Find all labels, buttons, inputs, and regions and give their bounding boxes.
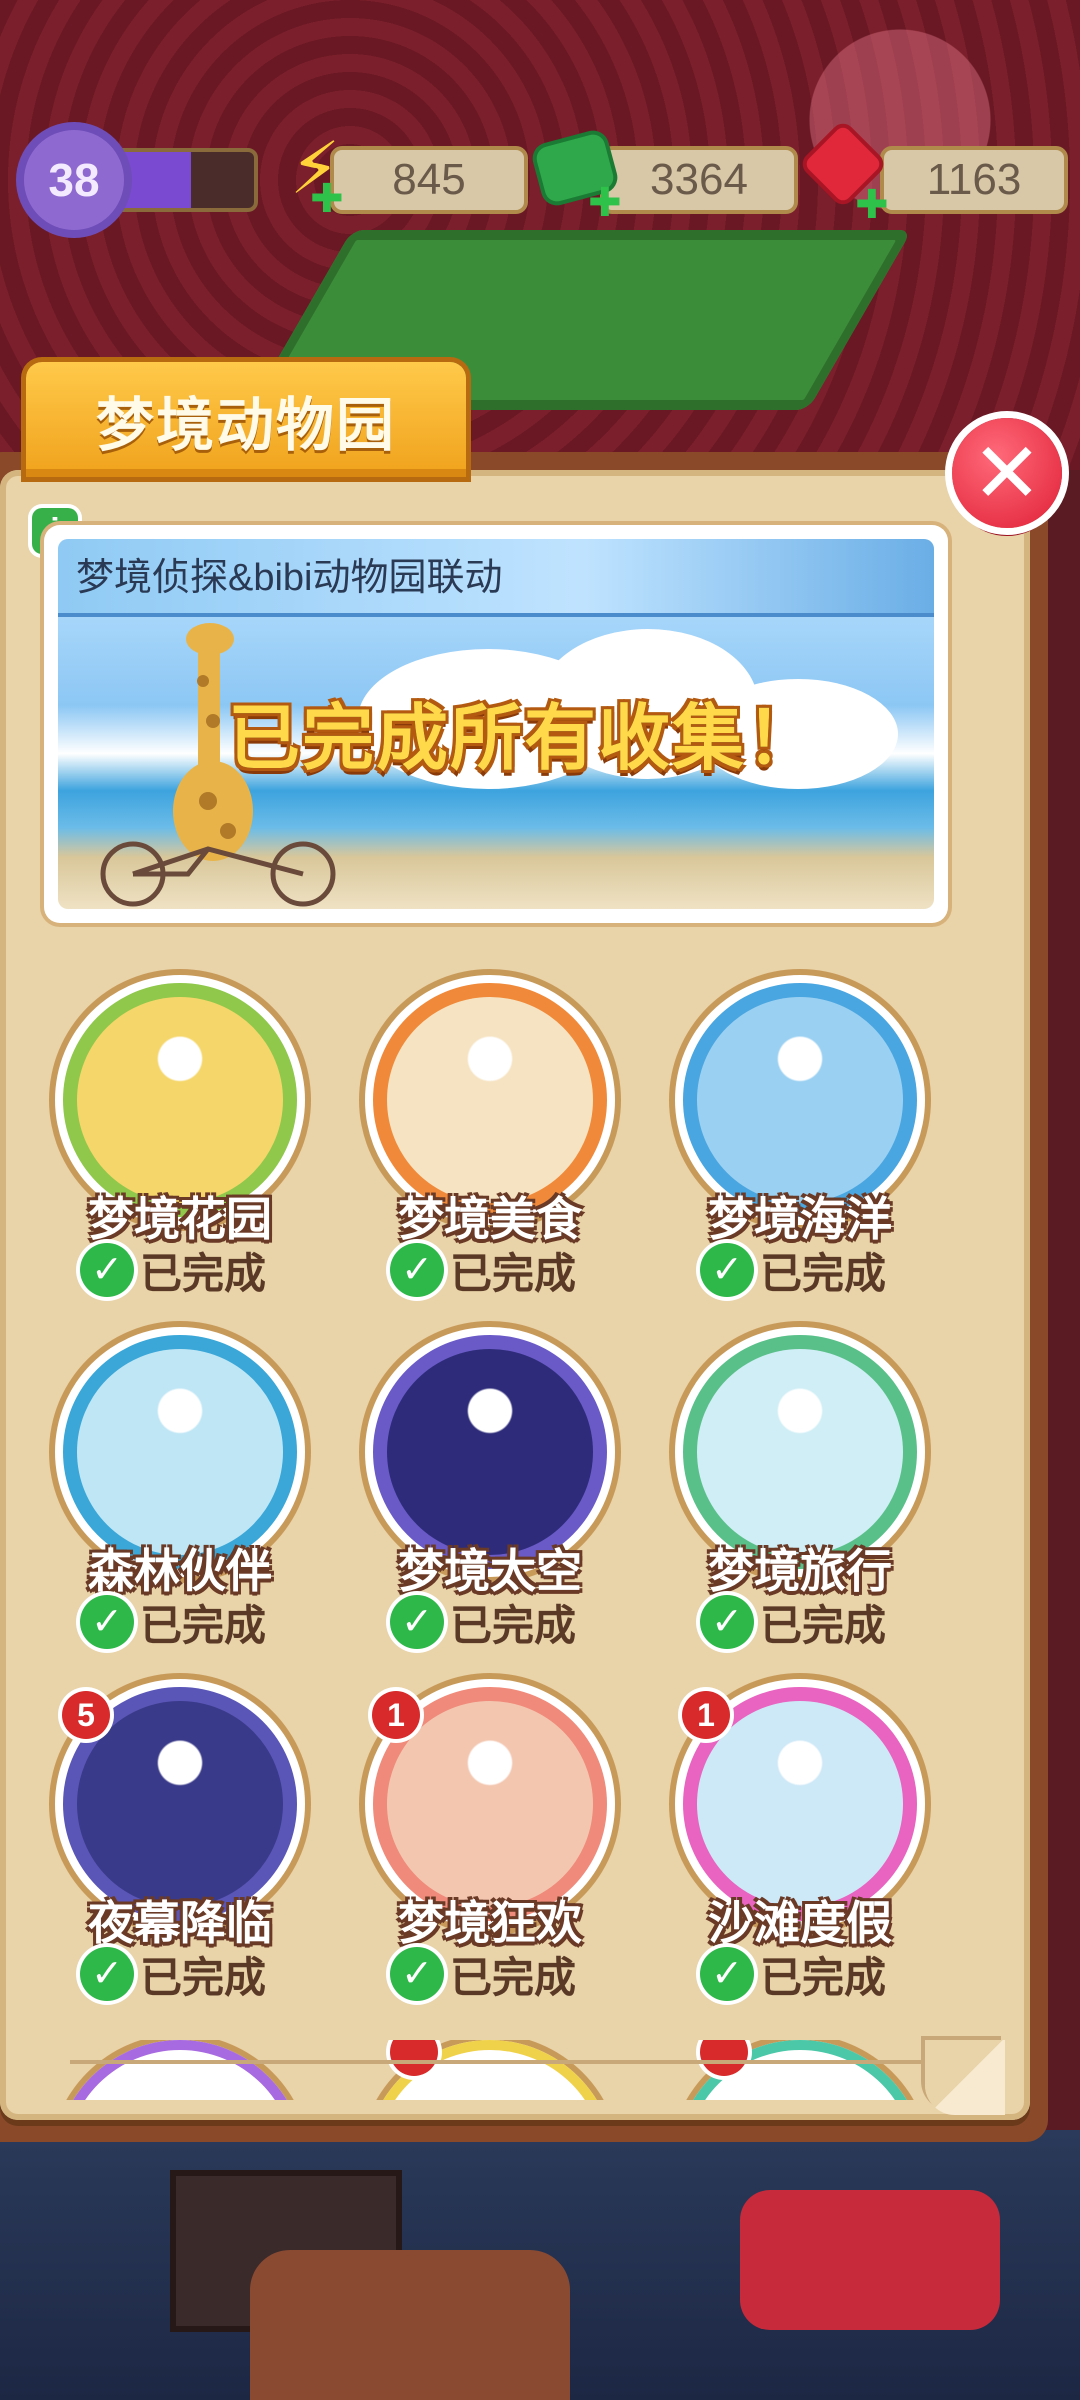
collection-image — [697, 1349, 903, 1555]
notification-badge: 1 — [372, 1691, 420, 1739]
add-energy-icon[interactable]: ✚ — [310, 176, 344, 222]
collection-item[interactable]: 梦境美食 ✓ 已完成 — [350, 975, 620, 1305]
collection-image — [387, 1349, 593, 1555]
completion-status-label: 已完成 — [140, 1953, 267, 2001]
notification-badge: 1 — [682, 1691, 730, 1739]
checkmark-icon: ✓ — [700, 1947, 754, 2001]
completion-status: ✓ 已完成 — [80, 1241, 266, 1299]
gem-counter: 1163 — [880, 146, 1068, 214]
completion-status: ✓ 已完成 — [700, 1945, 886, 2003]
xp-bar-fill — [114, 152, 191, 208]
background-scene-bottom — [0, 2130, 1080, 2400]
completion-status: ✓ 已完成 — [390, 1945, 576, 2003]
close-icon: ✕ — [971, 426, 1043, 520]
collection-image — [77, 1349, 283, 1555]
banner-title: 梦境侦探&bibi动物园联动 — [58, 539, 934, 617]
collection-item[interactable]: 森林伙伴 ✓ 已完成 — [40, 1327, 310, 1657]
xp-bar — [110, 148, 258, 212]
completion-status-label: 已完成 — [760, 1601, 887, 1649]
checkmark-icon: ✓ — [700, 1243, 754, 1297]
background-car — [740, 2190, 1000, 2330]
collection-image — [387, 997, 593, 1203]
completion-status-label: 已完成 — [140, 1249, 267, 1297]
completion-status-label: 已完成 — [140, 1601, 267, 1649]
completion-status-label: 已完成 — [450, 1953, 577, 2001]
checkmark-icon: ✓ — [80, 1947, 134, 2001]
collection-grid-next-row — [0, 2040, 1030, 2100]
completion-status: ✓ 已完成 — [700, 1241, 886, 1299]
level-badge[interactable]: 38 — [24, 130, 124, 230]
checkmark-icon: ✓ — [390, 1595, 444, 1649]
collection-item[interactable]: 1 沙滩度假 ✓ 已完成 — [660, 1679, 930, 2009]
collection-item[interactable]: 5 夜幕降临 ✓ 已完成 — [40, 1679, 310, 2009]
checkmark-icon: ✓ — [390, 1947, 444, 2001]
notification-badge: 5 — [62, 1691, 110, 1739]
resource-hud: 38 845 ⚡ ✚ 3364 ✚ 1163 ✚ — [0, 124, 1080, 230]
banner-completion-message: 已完成所有收集！ — [228, 699, 821, 779]
completion-status: ✓ 已完成 — [390, 1593, 576, 1651]
checkmark-icon: ✓ — [80, 1243, 134, 1297]
event-banner[interactable]: 梦境侦探&bibi动物园联动 已完成所有收集！ — [44, 525, 948, 923]
collection-image — [77, 997, 283, 1203]
completion-status-label: 已完成 — [450, 1601, 577, 1649]
checkmark-icon: ✓ — [80, 1595, 134, 1649]
collection-item[interactable]: 梦境花园 ✓ 已完成 — [40, 975, 310, 1305]
energy-counter: 845 — [330, 146, 528, 214]
banner-image: 梦境侦探&bibi动物园联动 已完成所有收集！ — [58, 539, 934, 909]
add-gems-icon[interactable]: ✚ — [855, 182, 889, 228]
panel-title: 梦境动物园 — [26, 362, 466, 477]
checkmark-icon: ✓ — [700, 1595, 754, 1649]
panel-divider — [70, 2060, 950, 2064]
completion-status-label: 已完成 — [760, 1953, 887, 2001]
cash-counter: 3364 — [600, 146, 798, 214]
completion-status: ✓ 已完成 — [80, 1945, 266, 2003]
page-curl-corner — [925, 2040, 1005, 2115]
collection-item[interactable]: 1 梦境狂欢 ✓ 已完成 — [350, 1679, 620, 2009]
collection-image — [387, 1701, 593, 1907]
completion-status: ✓ 已完成 — [700, 1593, 886, 1651]
collection-image — [697, 997, 903, 1203]
collection-item[interactable]: 梦境海洋 ✓ 已完成 — [660, 975, 930, 1305]
collection-item-partial[interactable] — [55, 2040, 305, 2100]
bicycle-illustration — [100, 841, 336, 907]
completion-status-label: 已完成 — [450, 1249, 577, 1297]
collection-item[interactable]: 梦境旅行 ✓ 已完成 — [660, 1327, 930, 1657]
completion-status-label: 已完成 — [760, 1249, 887, 1297]
background-roof — [250, 2250, 570, 2400]
collection-image — [77, 1701, 283, 1907]
checkmark-icon: ✓ — [390, 1243, 444, 1297]
collection-image — [697, 1701, 903, 1907]
completion-status: ✓ 已完成 — [390, 1241, 576, 1299]
add-cash-icon[interactable]: ✚ — [588, 180, 622, 226]
completion-status: ✓ 已完成 — [80, 1593, 266, 1651]
close-button[interactable]: ✕ — [952, 418, 1062, 528]
collection-item[interactable]: 梦境太空 ✓ 已完成 — [350, 1327, 620, 1657]
